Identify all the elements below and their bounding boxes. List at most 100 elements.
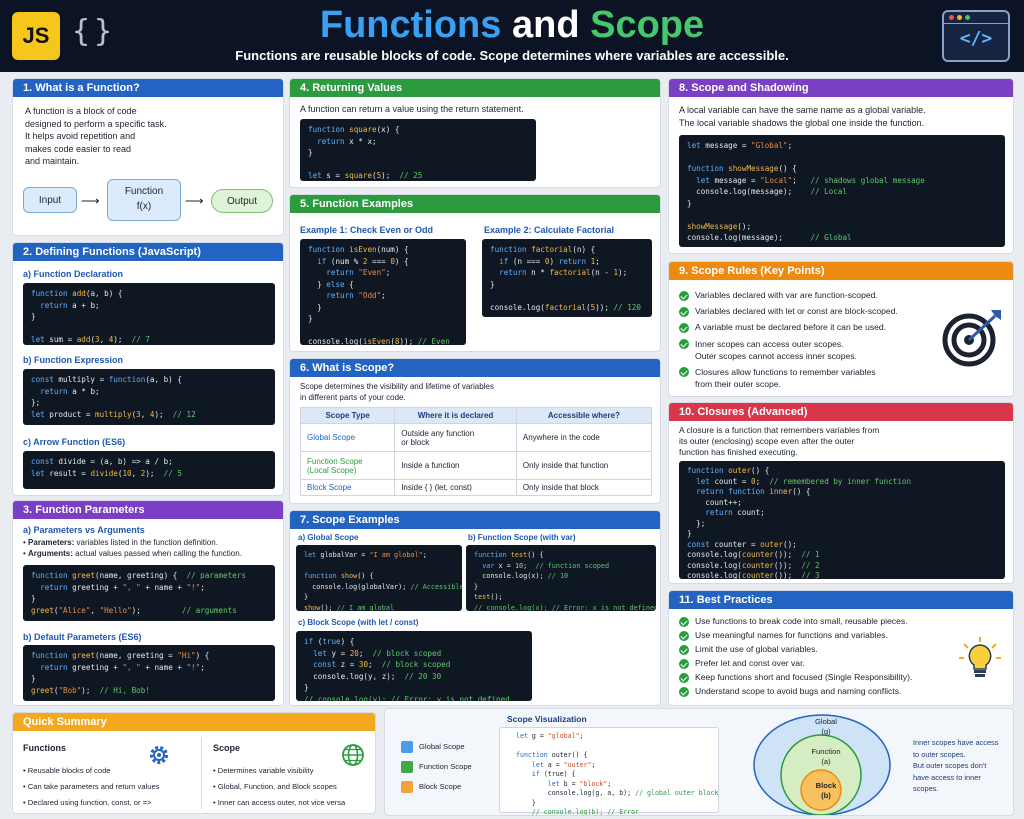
summary-scope-list: • Determines variable visibility • Globa… (213, 763, 345, 811)
list-item: • Reusable blocks of code (23, 766, 111, 775)
card-closures: 10. Closures (Advanced) A closure is a f… (668, 402, 1014, 584)
gear-icon (150, 746, 168, 764)
page-title: Functions and Scope (0, 4, 1024, 47)
list-item-text: Can take parameters and return values (27, 782, 160, 791)
shadowing-description: A local variable can have the same name … (679, 104, 926, 129)
card-scope-examples: 7. Scope Examples a) Global Scope let gl… (289, 510, 661, 706)
legend-swatch (401, 781, 413, 793)
scope-description: Scope determines the visibility and life… (300, 381, 494, 403)
globe-icon (342, 744, 364, 766)
desc-line: It helps avoid repetition and (25, 131, 136, 141)
legend-label: Function Scope (419, 762, 472, 771)
access-cell: Only inside that block (515, 479, 653, 496)
list-item: • Can take parameters and return values (23, 782, 160, 791)
desc-line: A local variable can have the same name … (679, 105, 926, 115)
declared-cell: Outside any function or block (394, 423, 517, 452)
bullet-text: variables listed in the function definit… (74, 538, 218, 547)
flow-function-label: Function (124, 186, 164, 197)
flow-function: Function f(x) (107, 179, 181, 221)
title-part-scope: Scope (590, 4, 705, 46)
function-scope-label: Function (a) (789, 747, 863, 767)
list-item: • Determines variable visibility (213, 766, 314, 775)
card-scope-shadowing: 8. Scope and Shadowing A local variable … (668, 78, 1014, 254)
flow-input: Input (23, 187, 77, 213)
viz-title: Scope Visualization (507, 714, 587, 724)
code-square: function square(x) { return x * x; } let… (300, 119, 536, 181)
scope-type-cell: Global Scope (299, 423, 396, 452)
list-item: • Declared using function, const, or => (23, 798, 152, 807)
code-block-scope: if (true) { let y = 20; // block scoped … (296, 631, 532, 701)
viz-legend: Global Scope Function Scope Block Scope (401, 741, 472, 801)
subheading-declaration: a) Function Declaration (23, 269, 124, 279)
legend-swatch (401, 741, 413, 753)
rule-item: Closures allow functions to remember var… (679, 366, 876, 390)
card-title: 3. Function Parameters (13, 501, 283, 519)
code-greet: function greet(name, greeting) { // para… (23, 565, 275, 621)
summary-divider (201, 737, 202, 809)
card-title: 7. Scope Examples (290, 511, 660, 529)
card-title: 9. Scope Rules (Key Points) (669, 262, 1013, 280)
card-returning-values: 4. Returning Values A function can retur… (289, 78, 661, 188)
summary-functions-list: • Reusable blocks of code • Can take par… (23, 763, 159, 811)
card-title: 1. What is a Function? (13, 79, 283, 97)
subheading-params-vs-args: a) Parameters vs Arguments (23, 525, 145, 535)
label-text: Block (815, 781, 837, 790)
table-header-row: Scope Type Where it is declared Accessib… (299, 407, 653, 424)
label-text: Function (811, 747, 841, 756)
global-scope-label: Global (g) (789, 717, 863, 737)
list-item: • Inner can access outer, not vice versa (213, 798, 346, 807)
card-title: 11. Best Practices (669, 591, 1013, 609)
bullet-label: Arguments: (28, 549, 73, 558)
card-what-is-scope: 6. What is Scope? Scope determines the v… (289, 358, 661, 504)
card-title: Quick Summary (13, 713, 375, 731)
practice-item: Use meaningful names for functions and v… (679, 630, 888, 641)
title-part-and: and (511, 4, 580, 46)
scope-table: Scope Type Where it is declared Accessib… (299, 407, 653, 496)
title-part-functions: Functions (319, 4, 502, 46)
block-scope-label: Block (b) (789, 781, 863, 801)
list-item-text: Declared using function, const, or => (27, 798, 152, 807)
desc-line: Scope determines the visibility and life… (300, 382, 494, 391)
practice-item: Understand scope to avoid bugs and namin… (679, 686, 901, 697)
viz-note: Inner scopes have access to outer scopes… (913, 738, 999, 793)
legend-function: Function Scope (401, 761, 472, 781)
params-bullets: • Parameters: variables listed in the fu… (23, 537, 281, 559)
subheading-arrow: c) Arrow Function (ES6) (23, 437, 126, 447)
scope-type-cell: Function Scope (Local Scope) (299, 451, 396, 480)
arrow-icon: ⟶ (185, 193, 204, 208)
card-scope-rules: 9. Scope Rules (Key Points) Variables de… (668, 261, 1014, 397)
card-title: 6. What is Scope? (290, 359, 660, 377)
declared-cell: Inside { } (let, const) (394, 479, 517, 496)
list-item-text: Determines variable visibility (217, 766, 314, 775)
table-row: Global Scope Outside any function or blo… (299, 423, 653, 452)
code-function-expression: const multiply = function(a, b) { return… (23, 369, 275, 425)
card-defining-functions: 2. Defining Functions (JavaScript) a) Fu… (12, 242, 284, 496)
card-scope-visualization: Scope Visualization Global Scope Functio… (384, 708, 1014, 816)
code-glyph: </> (959, 28, 993, 49)
code-closure: function outer() { let count = 0; // rem… (679, 461, 1005, 579)
practice-item: Limit the use of global variables. (679, 644, 818, 655)
desc-line: designed to perform a specific task. (25, 118, 167, 129)
legend-swatch (401, 761, 413, 773)
card-title: 8. Scope and Shadowing (669, 79, 1013, 97)
code-global-scope: let globalVar = "I am global"; function … (296, 545, 462, 611)
desc-line: and maintain. (25, 156, 80, 166)
card-title: 4. Returning Values (290, 79, 660, 97)
arrow-icon: ⟶ (81, 193, 100, 208)
label-text: Global (815, 717, 837, 726)
card-best-practices: 11. Best Practices Use functions to brea… (668, 590, 1014, 706)
rule-item: Inner scopes can access outer scopes. Ou… (679, 338, 857, 362)
code-function-declaration: function add(a, b) { return a + b; } let… (23, 283, 275, 345)
card-quick-summary: Quick Summary Functions • Reusable block… (12, 712, 376, 814)
code-function-scope: function test() { var x = 10; // functio… (466, 545, 656, 611)
code-window-icon: </> (942, 10, 1010, 62)
subheading-default-params: b) Default Parameters (ES6) (23, 632, 142, 642)
code-shadowing: let message = "Global"; function showMes… (679, 135, 1005, 247)
lightbulb-icon (959, 637, 1001, 677)
card-function-parameters: 3. Function Parameters a) Parameters vs … (12, 500, 284, 706)
list-item-text: Reusable blocks of code (27, 766, 111, 775)
subheading-function-scope: b) Function Scope (with var) (468, 533, 576, 542)
code-is-even: function isEven(num) { if (num % 2 === 0… (300, 239, 466, 345)
practice-item: Use functions to break code into small, … (679, 616, 908, 627)
flow-output: Output (211, 189, 273, 213)
